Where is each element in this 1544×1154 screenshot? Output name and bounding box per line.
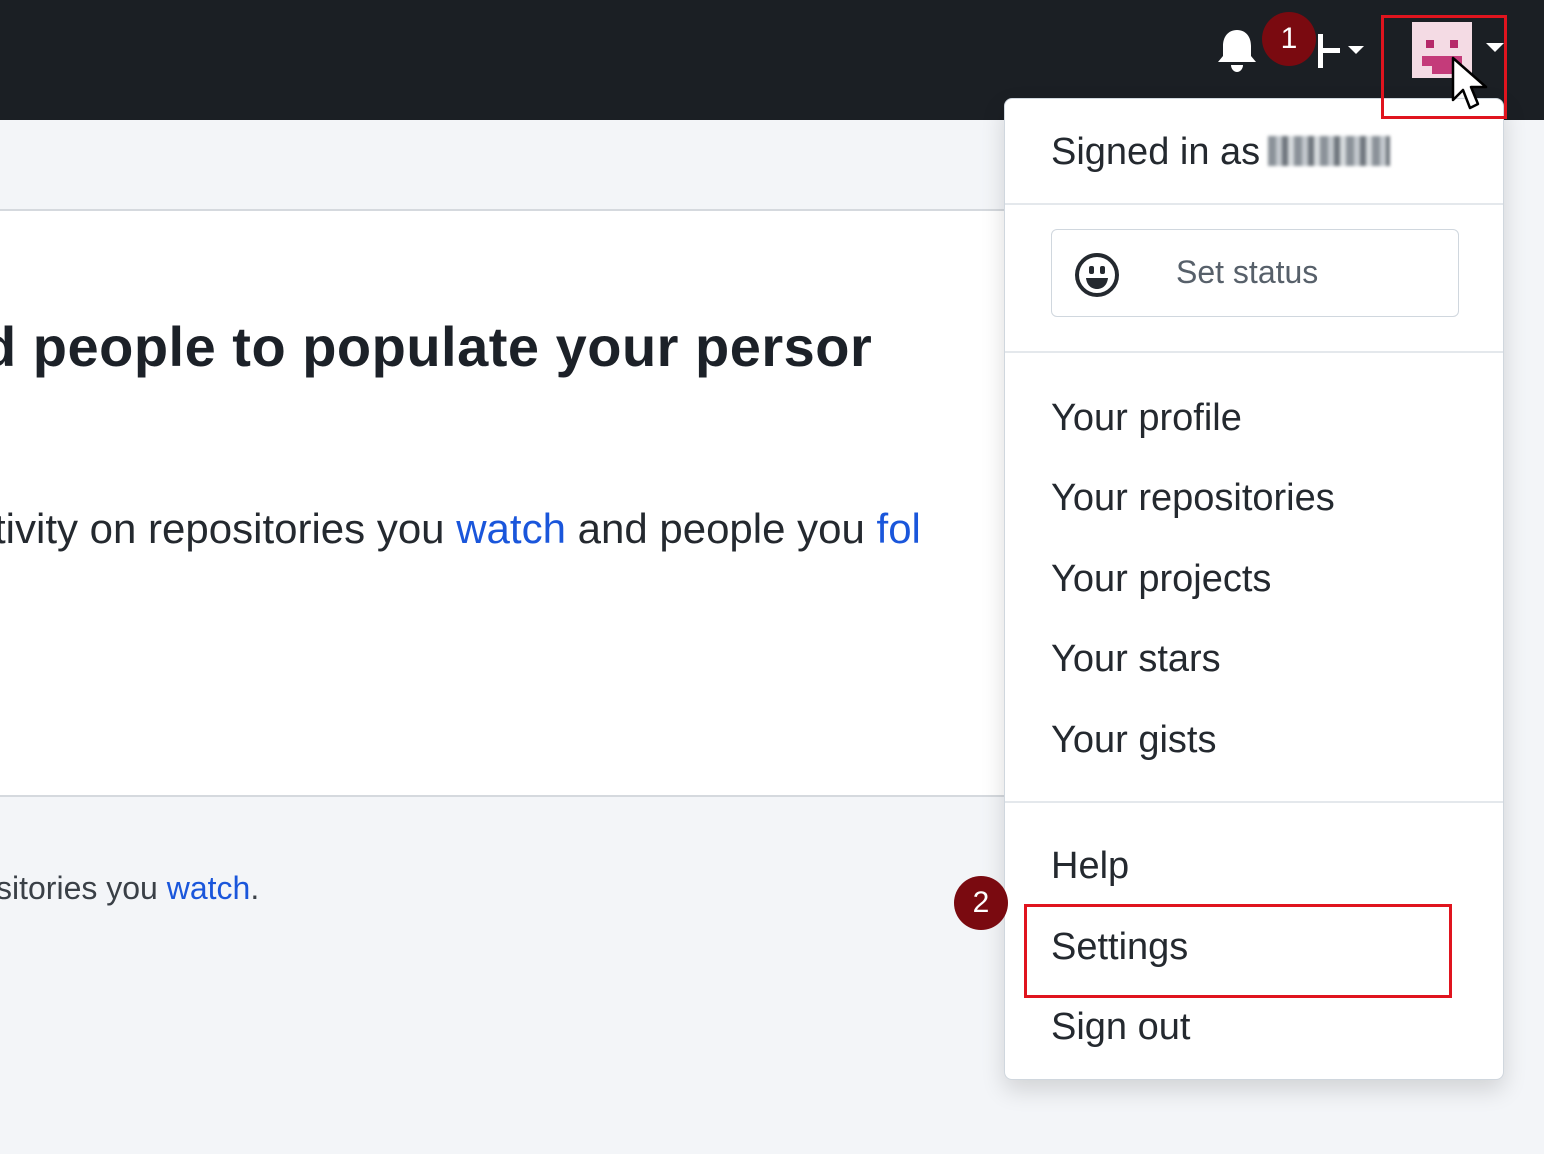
- feed-description-text: and people you: [565, 505, 877, 552]
- step-badge-2: 2: [954, 876, 1008, 930]
- menu-item-your-stars[interactable]: Your stars: [1051, 638, 1221, 681]
- signed-in-label: Signed in as: [1051, 131, 1391, 174]
- empty-feed-panel: [0, 211, 1010, 795]
- footer-note: sitories you watch.: [0, 870, 259, 907]
- menu-divider: [1005, 203, 1503, 205]
- menu-item-your-projects[interactable]: Your projects: [1051, 558, 1271, 601]
- settings-highlight-box: [1024, 904, 1452, 998]
- menu-item-your-profile[interactable]: Your profile: [1051, 397, 1242, 440]
- menu-item-your-repositories[interactable]: Your repositories: [1051, 477, 1335, 520]
- feed-description: tivity on repositories you watch and peo…: [0, 505, 921, 553]
- set-status-button[interactable]: Set status: [1051, 229, 1459, 317]
- page-heading: d people to populate your persor: [0, 315, 873, 378]
- feed-description-text: tivity on repositories you: [0, 505, 457, 552]
- footer-note-period: .: [250, 870, 260, 906]
- menu-item-your-gists[interactable]: Your gists: [1051, 719, 1216, 762]
- set-status-label: Set status: [1176, 254, 1319, 290]
- footer-watch-link[interactable]: watch: [167, 870, 251, 906]
- smiley-icon: [1075, 253, 1119, 297]
- bell-icon[interactable]: [1214, 26, 1260, 74]
- follow-link[interactable]: fol: [877, 505, 921, 552]
- menu-item-sign-out[interactable]: Sign out: [1051, 1006, 1190, 1049]
- watch-link[interactable]: watch: [456, 505, 566, 552]
- menu-divider: [1005, 801, 1503, 803]
- menu-item-help[interactable]: Help: [1051, 845, 1129, 888]
- footer-note-text: sitories you: [0, 870, 167, 906]
- signed-in-prefix: Signed in as: [1051, 131, 1261, 173]
- caret-down-icon: [1348, 46, 1364, 54]
- menu-divider: [1005, 351, 1503, 353]
- cursor-icon: [1451, 56, 1488, 110]
- blurred-username: [1268, 136, 1391, 166]
- step-badge-1: 1: [1262, 12, 1316, 66]
- divider: [0, 795, 1010, 797]
